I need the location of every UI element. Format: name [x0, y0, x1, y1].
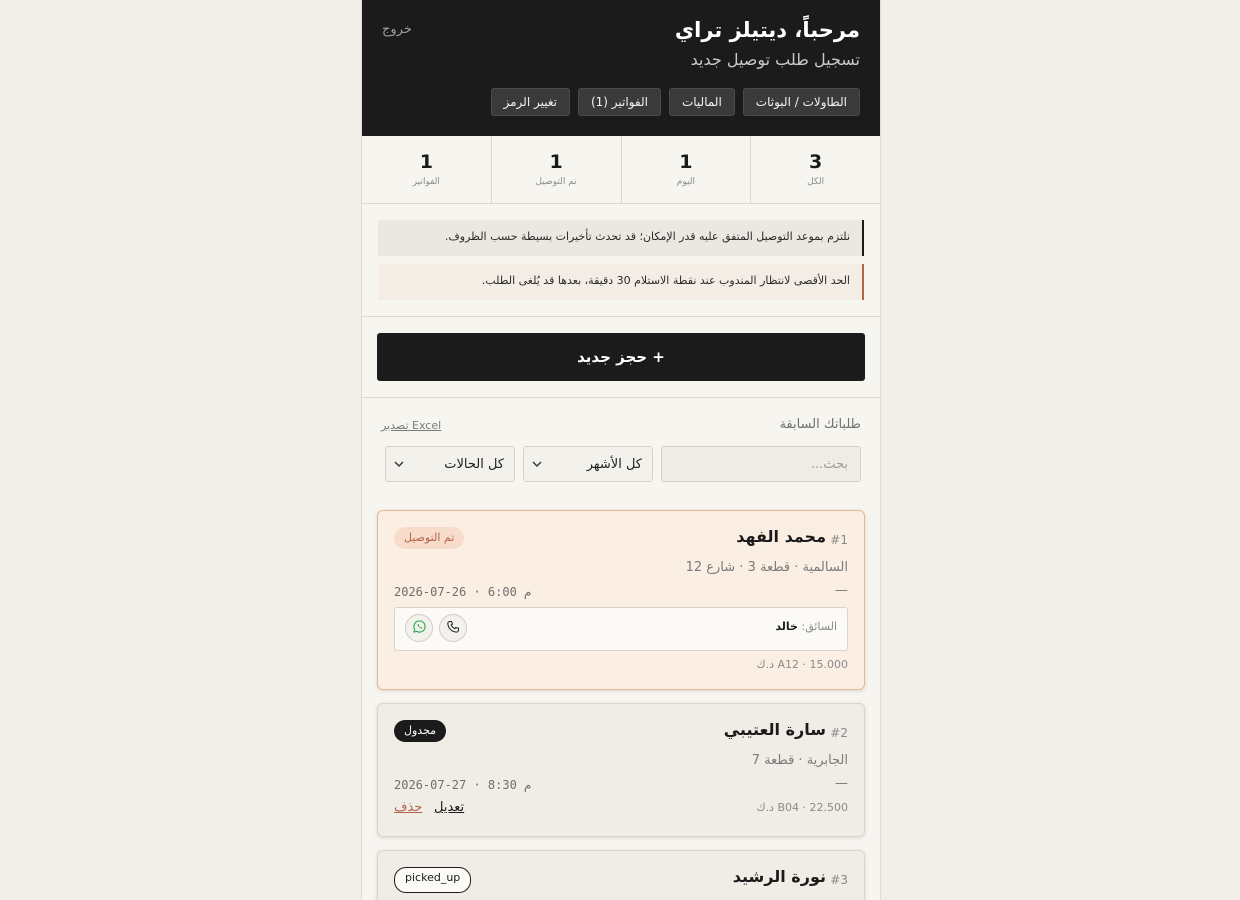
notices: نلتزم بموعد التوصيل المتفق عليه قدر الإم… [362, 204, 880, 317]
order-datetime: 2026-07-27 · 8:30 م [394, 778, 532, 792]
notice-max-wait: الحد الأقصى لانتظار المندوب عند نقطة الا… [378, 264, 864, 300]
stat-all: 3 الكل [750, 136, 880, 203]
driver-label: السائق: [801, 620, 837, 633]
month-filter-value: كل الأشهر [586, 456, 642, 472]
search-input[interactable] [661, 446, 861, 482]
status-badge: مجدول [394, 720, 447, 742]
stat-value: 3 [809, 151, 823, 173]
driver-box: السائق: خالد [394, 607, 848, 651]
order-note: — [835, 776, 848, 791]
order-note: — [835, 583, 848, 598]
stat-label: الكل [807, 177, 825, 187]
app-panel: مرحباً، ديتيلز تراي تسجيل طلب توصيل جديد… [361, 0, 881, 900]
chevron-down-icon [532, 459, 542, 470]
nav-change-code-button[interactable]: تغيير الرمز [490, 88, 570, 116]
status-badge: تم التوصيل [394, 527, 465, 549]
new-booking-button[interactable]: + حجز جديد [377, 333, 865, 381]
order-address: الجابرية · قطعة 7 [751, 753, 848, 768]
page-title: مرحباً، ديتيلز تراي [674, 18, 860, 42]
orders-title: طلباتك السابقة [779, 417, 861, 432]
customer-name: محمد الفهد [736, 527, 826, 546]
chevron-down-icon [394, 459, 404, 470]
orders-header: طلباتك السابقة تصدير Excel [381, 398, 861, 446]
cta-section: + حجز جديد [362, 317, 880, 398]
stat-value: 1 [679, 151, 693, 173]
orders-section: طلباتك السابقة تصدير Excel كل الأشهر كل … [362, 398, 880, 482]
stat-invoices: 1 الفواتير [362, 136, 491, 203]
order-datetime: 2026-07-26 · 6:00 م [394, 585, 532, 599]
driver-name: خالد [775, 620, 798, 633]
order-number: #2 [830, 726, 848, 740]
stats-bar: 3 الكل 1 اليوم 1 تم التوصيل 1 الفواتير [362, 136, 880, 204]
customer-name: سارة العتيبي [723, 720, 826, 739]
status-filter-value: كل الحالات [444, 456, 504, 472]
order-price: 22.500 · B04 د.ك [756, 801, 848, 814]
status-badge: picked_up [394, 867, 472, 893]
phone-icon [446, 619, 460, 638]
order-address: السالمية · قطعة 3 · شارع 12 [685, 560, 848, 575]
nav-tables-button[interactable]: الطاولات / البوثات [742, 88, 860, 116]
stat-label: الفواتير [412, 177, 440, 187]
call-driver-button[interactable] [439, 614, 467, 642]
header-nav: الطاولات / البوثات الماليات الفواتير (1)… [490, 88, 860, 116]
order-number: #1 [830, 533, 848, 547]
order-card[interactable]: #3 نورة الرشيد picked_up [377, 850, 865, 900]
delete-order-link[interactable]: حذف [394, 800, 422, 815]
nav-finance-button[interactable]: الماليات [668, 88, 735, 116]
month-filter-select[interactable]: كل الأشهر [523, 446, 653, 482]
whatsapp-driver-button[interactable] [405, 614, 433, 642]
order-card[interactable]: #2 سارة العتيبي مجدول الجابرية · قطعة 7 … [377, 703, 865, 837]
driver-info: السائق: خالد [775, 620, 837, 633]
stat-value: 1 [549, 151, 563, 173]
stat-label: اليوم [676, 177, 695, 187]
whatsapp-icon [412, 619, 427, 638]
logout-link[interactable]: خروج [382, 22, 412, 37]
stat-delivered: 1 تم التوصيل [490, 136, 621, 203]
orders-list: #1 محمد الفهد تم التوصيل السالمية · قطعة… [362, 482, 880, 900]
order-card[interactable]: #1 محمد الفهد تم التوصيل السالمية · قطعة… [377, 510, 865, 690]
edit-order-link[interactable]: تعديل [434, 800, 464, 815]
header: مرحباً، ديتيلز تراي تسجيل طلب توصيل جديد… [362, 0, 880, 136]
stat-today: 1 اليوم [620, 136, 751, 203]
stat-value: 1 [419, 151, 433, 173]
filters-row: كل الأشهر كل الحالات [381, 446, 861, 482]
page-subtitle: تسجيل طلب توصيل جديد [690, 50, 860, 69]
stat-label: تم التوصيل [535, 177, 577, 187]
export-excel-link[interactable]: تصدير Excel [381, 419, 441, 432]
status-filter-select[interactable]: كل الحالات [385, 446, 515, 482]
order-price: 15.000 · A12 د.ك [756, 658, 849, 671]
customer-name: نورة الرشيد [732, 867, 826, 886]
nav-invoices-button[interactable]: الفواتير (1) [577, 88, 661, 116]
notice-delivery-time: نلتزم بموعد التوصيل المتفق عليه قدر الإم… [378, 220, 864, 256]
order-number: #3 [830, 873, 848, 887]
